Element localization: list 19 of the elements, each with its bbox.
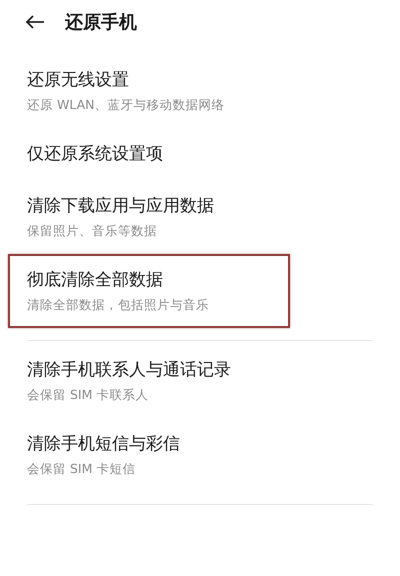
- settings-item[interactable]: 清除手机联系人与通话记录 会保留 SIM 卡联系人: [8, 344, 290, 418]
- back-icon[interactable]: [25, 15, 45, 29]
- item-title: 清除手机联系人与通话记录: [27, 359, 232, 382]
- settings-item[interactable]: 还原无线设置 还原 WLAN、蓝牙与移动数据网络: [8, 54, 290, 128]
- item-title: 还原无线设置: [27, 69, 130, 92]
- settings-item[interactable]: 清除手机短信与彩信 会保留 SIM 卡短信: [8, 418, 290, 492]
- page-title: 还原手机: [65, 11, 137, 34]
- item-title: 仅还原系统设置项: [27, 143, 164, 166]
- item-description: 还原 WLAN、蓝牙与移动数据网络: [27, 96, 226, 114]
- settings-item[interactable]: 彻底清除全部数据 清除全部数据，包括照片与音乐: [8, 254, 290, 328]
- item-title: 清除下载应用与应用数据: [27, 195, 215, 218]
- item-title: 彻底清除全部数据: [27, 269, 164, 292]
- item-description: 保留照片、音乐等数据: [27, 222, 158, 240]
- item-description: 清除全部数据，包括照片与音乐: [27, 296, 210, 314]
- settings-item[interactable]: 仅还原系统设置项: [8, 128, 290, 180]
- item-description: 会保留 SIM 卡短信: [27, 460, 136, 478]
- settings-item[interactable]: 清除下载应用与应用数据 保留照片、音乐等数据: [8, 180, 290, 254]
- item-title: 清除手机短信与彩信: [27, 433, 181, 456]
- item-description: 会保留 SIM 卡联系人: [27, 386, 150, 404]
